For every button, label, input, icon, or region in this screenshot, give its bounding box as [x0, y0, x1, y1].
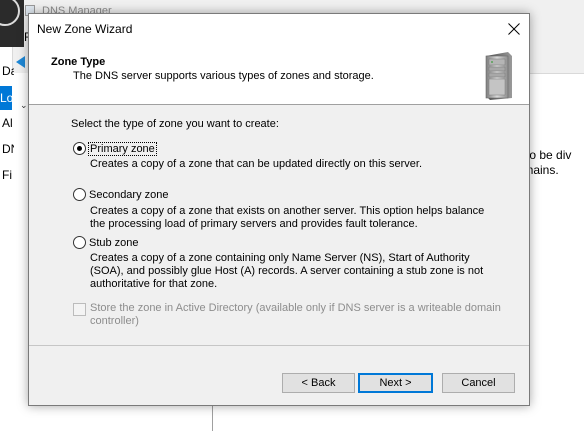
primary-zone-description: Creates a copy of a zone that can be upd…: [90, 158, 510, 171]
background-tree-item[interactable]: Al: [2, 116, 14, 130]
next-button[interactable]: Next >: [358, 373, 433, 393]
secondary-zone-description-line: the processing load of primary servers a…: [90, 218, 418, 230]
close-icon: [508, 23, 520, 35]
secondary-zone-description-line: Creates a copy of a zone that exists on …: [90, 205, 485, 217]
secondary-zone-description: Creates a copy of a zone that exists on …: [90, 205, 510, 231]
active-directory-checkbox-label: Store the zone in Active Directory (avai…: [90, 302, 520, 328]
secondary-zone-radio-option[interactable]: Secondary zone: [73, 188, 169, 201]
new-zone-wizard-dialog: New Zone Wizard Zone Type The DNS server…: [28, 13, 530, 406]
back-arrow-icon[interactable]: [16, 56, 25, 68]
background-desktop-corner: [0, 0, 24, 47]
stub-zone-label[interactable]: Stub zone: [89, 237, 139, 249]
stub-zone-description: Creates a copy of a zone containing only…: [90, 252, 510, 291]
page-title: Zone Type: [51, 56, 106, 68]
back-button[interactable]: < Back: [282, 373, 355, 393]
background-tree-item-label: Lo: [0, 91, 12, 105]
background-tree-item-selected[interactable]: Lo: [0, 86, 12, 110]
primary-zone-radio-option[interactable]: Primary zone: [73, 141, 157, 156]
background-tree-item[interactable]: DN: [2, 142, 14, 156]
server-icon: [485, 52, 512, 100]
active-directory-label-line: controller): [90, 315, 139, 327]
dialog-titlebar[interactable]: New Zone Wizard: [29, 14, 529, 44]
stub-zone-description-line: (SOA), and possibly glue Host (A) record…: [90, 265, 484, 277]
secondary-zone-radio[interactable]: [73, 188, 86, 201]
wizard-header: Zone Type The DNS server supports variou…: [29, 44, 529, 105]
primary-zone-radio[interactable]: [73, 142, 86, 155]
close-button[interactable]: [499, 14, 529, 44]
footer-divider: [29, 345, 529, 346]
screen: DNS Manager F ⌄ Da Lo Al DN Fi ce to be …: [0, 0, 584, 431]
stub-zone-description-line: Creates a copy of a zone containing only…: [90, 252, 470, 264]
secondary-zone-label[interactable]: Secondary zone: [89, 189, 169, 201]
dialog-title: New Zone Wizard: [37, 22, 133, 36]
chevron-down-icon[interactable]: ⌄: [20, 100, 28, 111]
wizard-content: Select the type of zone you want to crea…: [29, 105, 529, 345]
active-directory-label-line: Store the zone in Active Directory (avai…: [90, 302, 501, 314]
stub-zone-radio[interactable]: [73, 236, 86, 249]
primary-zone-label[interactable]: Primary zone: [88, 141, 157, 156]
background-tree-item[interactable]: Da: [2, 64, 14, 78]
primary-zone-description-text: Creates a copy of a zone that can be upd…: [90, 158, 423, 170]
background-tree-item[interactable]: Fi: [2, 168, 14, 182]
page-subtitle: The DNS server supports various types of…: [73, 70, 374, 82]
active-directory-checkbox: [73, 303, 86, 316]
zone-type-prompt: Select the type of zone you want to crea…: [71, 118, 279, 130]
stub-zone-radio-option[interactable]: Stub zone: [73, 236, 139, 249]
active-directory-checkbox-option: Store the zone in Active Directory (avai…: [73, 302, 520, 328]
stub-zone-description-line: authoritative for that zone.: [90, 278, 218, 290]
cancel-button[interactable]: Cancel: [442, 373, 515, 393]
